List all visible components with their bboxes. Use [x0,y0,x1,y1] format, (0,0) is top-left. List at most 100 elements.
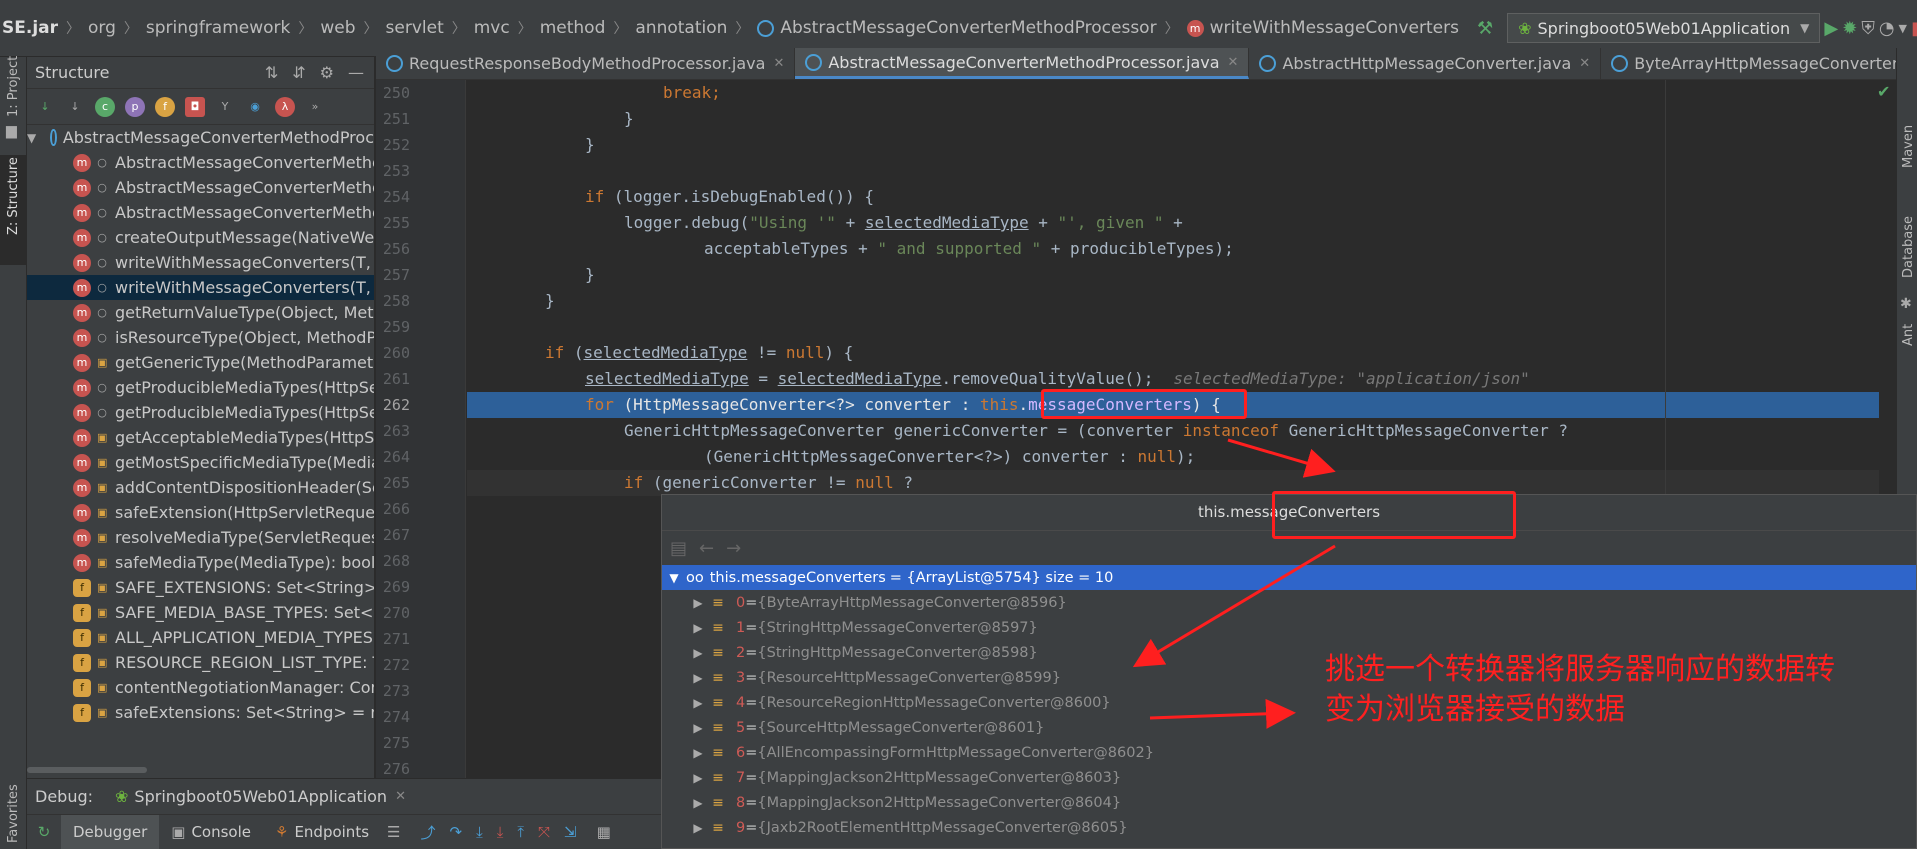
step-into-icon[interactable]: ⤓ [476,823,483,841]
drop-frame-icon[interactable]: ⤧ [538,823,550,841]
line-number[interactable]: 258 [376,288,410,314]
line-number[interactable]: 270 [376,600,410,626]
collapse-arrow-icon[interactable]: ▼ [662,571,686,585]
variable-row[interactable]: ▶ ≡ 6 = {AllEncompassingFormHttpMessageCon… [662,740,1916,765]
line-number[interactable]: 263 [376,418,410,444]
tab-debugger[interactable]: Debugger [61,815,160,849]
line-number[interactable]: 266 [376,496,410,522]
tree-item[interactable]: m ○ AbstractMessageConverterMethod [27,150,374,175]
forward-arrow-icon[interactable]: → [726,538,741,559]
tree-item[interactable]: f ▣ SAFE_EXTENSIONS: Set<String> = n [27,575,374,600]
line-number[interactable]: 276 [376,756,410,782]
breadcrumb-org[interactable]: org [88,18,116,38]
tree-item[interactable]: m ▣ getMostSpecificMediaType(Media [27,450,374,475]
settings-gear-icon[interactable]: ⚙ [320,63,334,82]
line-number[interactable]: 261 [376,366,410,392]
tree-item[interactable]: m ▣ getGenericType(MethodParameter [27,350,374,375]
expand-arrow-icon[interactable]: ▶ [686,646,710,660]
line-number[interactable]: 268 [376,548,410,574]
show-fields-icon[interactable]: f [155,96,175,117]
hide-panel-icon[interactable]: — [348,63,364,82]
line-number[interactable]: 259 [376,314,410,340]
project-tool-button[interactable]: 1: Project [6,56,21,117]
debug-bug-icon[interactable]: ✹ [1842,13,1857,43]
line-number[interactable]: 254 [376,184,410,210]
tree-item[interactable]: f ▣ safeExtensions: Set<String> = new [27,700,374,725]
show-inherited-icon[interactable]: c [95,96,115,117]
tab-endpoints[interactable]: ⚘ Endpoints [263,815,381,849]
expand-arrow-icon[interactable]: ▶ [686,771,710,785]
database-tool-button[interactable]: Database [1901,216,1916,278]
expand-arrow-icon[interactable]: ▶ [686,821,710,835]
breadcrumb-method[interactable]: method [540,18,606,38]
more-options-icon[interactable]: » [305,97,325,117]
line-number[interactable]: 275 [376,730,410,756]
tab-console[interactable]: ▣ Console [159,815,263,849]
tree-item[interactable]: m ○ AbstractMessageConverterMethod [27,175,374,200]
more-run-options-icon[interactable]: ▼ [1899,13,1907,43]
tree-item[interactable]: m ○ getReturnValueType(Object, Metho [27,300,374,325]
force-step-into-icon[interactable]: ⤓ [497,823,504,841]
variable-row[interactable]: ▶ ≡ 1 = {StringHttpMessageConverter@8597} [662,615,1916,640]
structure-tool-button[interactable]: Z: Structure [6,157,21,235]
ant-tool-button[interactable]: Ant [1901,324,1916,346]
line-number[interactable]: 256 [376,236,410,262]
tab-request-response[interactable]: RequestResponseBodyMethodProcessor.java … [376,48,796,79]
close-icon[interactable]: ✕ [1579,56,1590,71]
tree-item[interactable]: m ○ isResourceType(Object, MethodPar [27,325,374,350]
breadcrumb-annotation[interactable]: annotation [635,18,727,38]
expand-arrow-icon[interactable]: ▶ [686,796,710,810]
line-number[interactable]: 274 [376,704,410,730]
tree-item[interactable]: m ○ writeWithMessageConverters(T, M [27,250,374,275]
tab-abstract-message-converter-method-processor[interactable]: AbstractMessageConverterMethodProcessor.… [795,48,1250,79]
line-number[interactable]: 267 [376,522,410,548]
show-non-public-icon[interactable]: ◘ [185,96,205,117]
tab-abstract-http-message-converter[interactable]: AbstractHttpMessageConverter.java ✕ [1249,48,1602,79]
tab-byte-array-http-message-converter[interactable]: ByteArrayHttpMessageConverter.java ✕ [1601,48,1896,79]
tree-item[interactable]: m ○ AbstractMessageConverterMethod [27,200,374,225]
evaluate-expression-icon[interactable]: ▦ [597,823,611,841]
tree-item[interactable]: m ▣ resolveMediaType(ServletRequest, [27,525,374,550]
tree-item[interactable]: f ▣ contentNegotiationManager: Conte [27,675,374,700]
menu-icon[interactable]: ☰ [387,823,400,841]
expand-arrow-icon[interactable]: ▶ [686,621,710,635]
tree-item[interactable]: m ▣ addContentDispositionHeader(Serv [27,475,374,500]
breadcrumb-jar[interactable]: SE.jar [2,18,58,38]
sort-alpha-icon[interactable]: ↓ [35,97,55,117]
expand-arrow-icon[interactable]: ▶ [686,596,710,610]
line-number[interactable]: 273 [376,678,410,704]
favorites-tool-button[interactable]: Favorites [6,784,21,843]
profile-icon[interactable]: ◔ [1879,13,1895,43]
horizontal-scrollbar[interactable] [27,767,147,773]
build-hammer-icon[interactable]: ⚒ [1477,13,1493,43]
line-number[interactable]: 265 [376,470,410,496]
line-number[interactable]: 262 [376,392,410,418]
expand-arrow-icon[interactable]: ▶ [686,721,710,735]
tree-root[interactable]: ▼ AbstractMessageConverterMethodProc [27,125,374,150]
breadcrumb-class[interactable]: AbstractMessageConverterMethodProcessor [780,18,1156,38]
line-number[interactable]: 250 [376,80,410,106]
line-number[interactable]: 271 [376,626,410,652]
line-number[interactable]: 257 [376,262,410,288]
line-number[interactable]: 252 [376,132,410,158]
tree-item[interactable]: f ▣ RESOURCE_REGION_LIST_TYPE: Typ [27,650,374,675]
show-properties-icon[interactable]: p [125,96,145,117]
tree-item[interactable]: m ○ getProducibleMediaTypes(HttpSer [27,400,374,425]
variable-root-row[interactable]: ▼ oo this.messageConverters = {ArrayList… [662,565,1916,590]
expand-arrow-icon[interactable]: ▶ [686,696,710,710]
line-number[interactable]: 260 [376,340,410,366]
breadcrumb-method-name[interactable]: writeWithMessageConverters [1210,18,1459,38]
step-over-icon[interactable]: ↷ [449,823,462,841]
line-number[interactable]: 264 [376,444,410,470]
breadcrumb-mvc[interactable]: mvc [474,18,510,38]
expand-all-icon[interactable]: ⇅ [265,63,278,82]
rerun-icon[interactable]: ↻ [27,823,61,841]
variable-row[interactable]: ▶ ≡ 0 = {ByteArrayHttpMessageConverter@859… [662,590,1916,615]
collapse-all-icon[interactable]: ⇵ [292,63,305,82]
coverage-icon[interactable]: ⛨ [1861,13,1875,43]
run-icon[interactable]: ▶ [1824,13,1838,43]
debug-session-tab[interactable]: Springboot05Web01Application [134,787,387,806]
stop-icon[interactable]: ■ [1911,13,1917,43]
line-number[interactable]: 255 [376,210,410,236]
line-number[interactable]: 269 [376,574,410,600]
